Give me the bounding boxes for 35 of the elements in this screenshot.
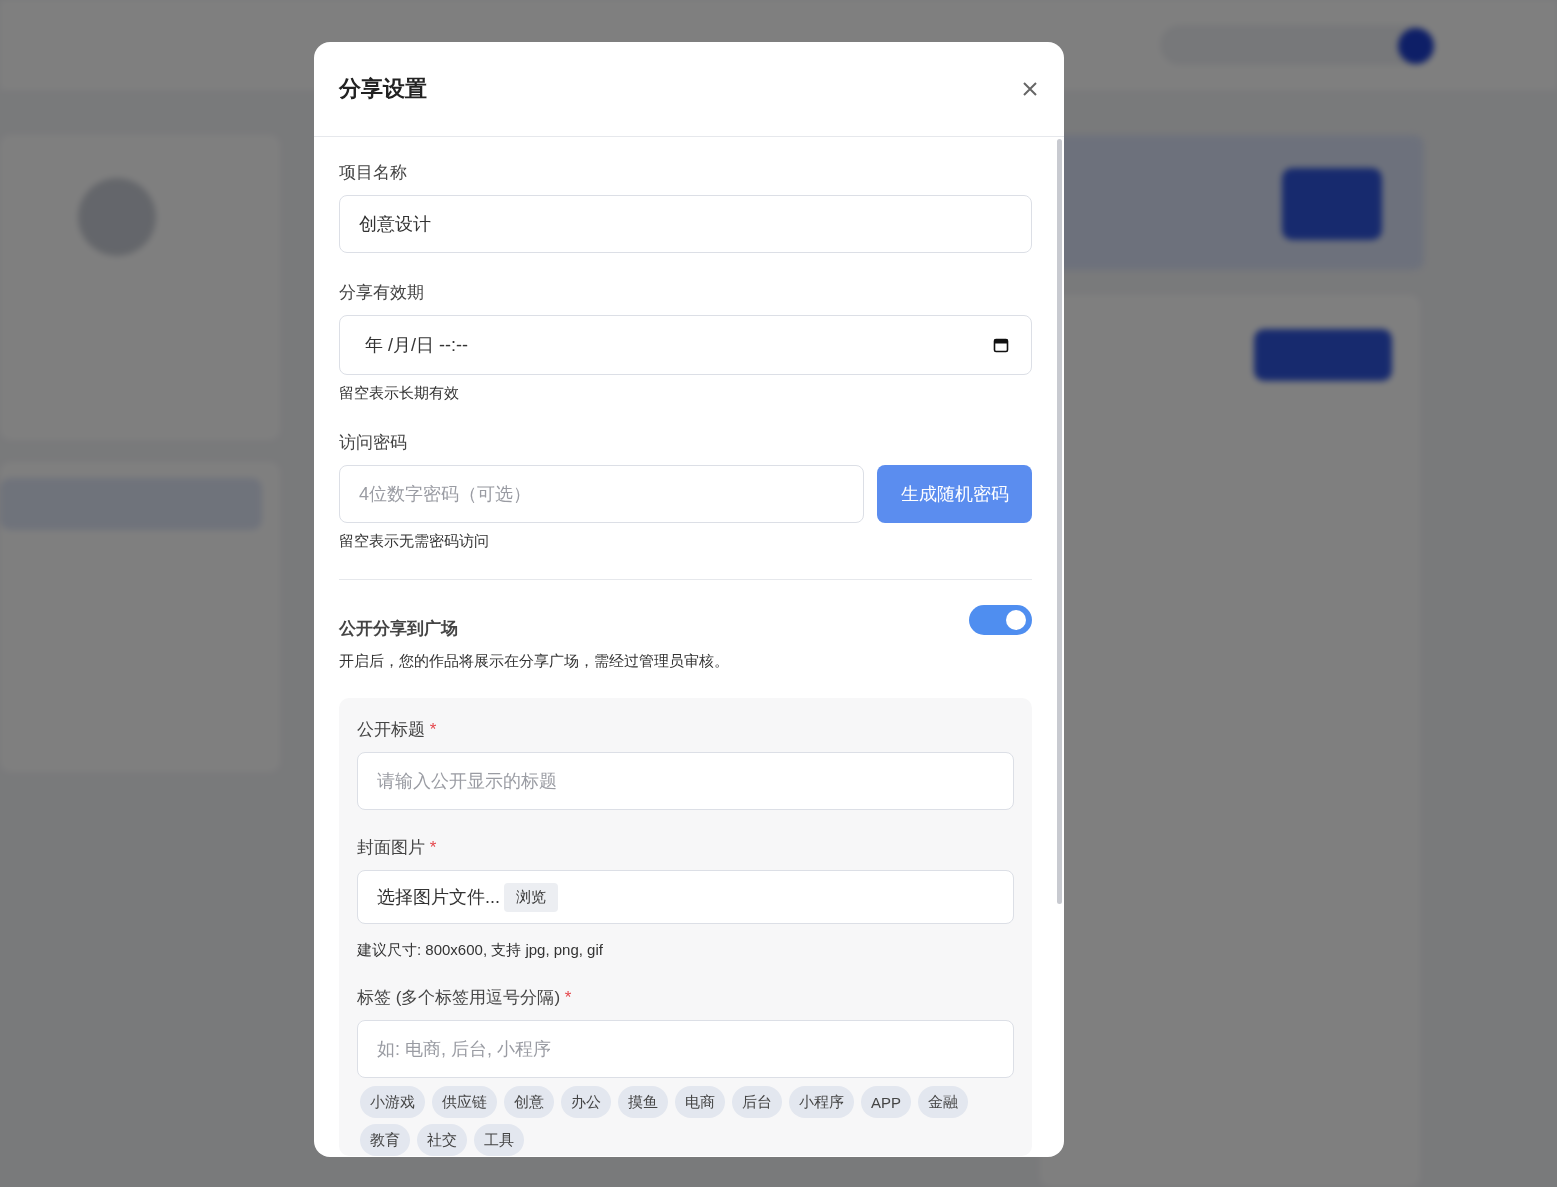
field-label: 公开标题 bbox=[357, 720, 425, 739]
required-mark: * bbox=[429, 720, 437, 739]
tag-chip[interactable]: 电商 bbox=[675, 1086, 725, 1118]
tag-chip[interactable]: 办公 bbox=[561, 1086, 611, 1118]
tag-chip[interactable]: 金融 bbox=[918, 1086, 968, 1118]
hint-text: 留空表示长期有效 bbox=[339, 384, 460, 403]
close-icon[interactable] bbox=[1021, 80, 1039, 98]
tag-chip[interactable]: 工具 bbox=[474, 1124, 524, 1156]
tag-chip[interactable]: 社交 bbox=[417, 1124, 467, 1156]
hint-text: 留空表示无需密码访问 bbox=[339, 532, 490, 551]
hint-text: 建议尺寸: 800x600, 支持 jpg, png, gif bbox=[357, 941, 604, 960]
tag-chip[interactable]: APP bbox=[861, 1086, 911, 1118]
required-mark: * bbox=[429, 838, 437, 857]
tag-chip[interactable]: 摸鱼 bbox=[618, 1086, 668, 1118]
description-text: 开启后，您的作品将展示在分享广场，需经过管理员审核。 bbox=[339, 652, 730, 671]
project-name-field[interactable]: 创意设计 bbox=[339, 195, 1032, 253]
tag-chip[interactable]: 创意 bbox=[504, 1086, 554, 1118]
file-field[interactable]: 选择图片文件... 浏览 bbox=[357, 870, 1014, 924]
tag-chip[interactable]: 供应链 bbox=[432, 1086, 497, 1118]
date-field[interactable]: 年 /月/日 --:-- bbox=[339, 315, 1032, 375]
field-label: 项目名称 bbox=[339, 163, 407, 182]
field-label: 访问密码 bbox=[339, 433, 407, 452]
dialog-title: 分享设置 bbox=[339, 75, 427, 103]
public-share-toggle[interactable] bbox=[969, 605, 1032, 635]
calendar-icon[interactable] bbox=[993, 337, 1009, 353]
tag-chip[interactable]: 教育 bbox=[360, 1124, 410, 1156]
required-mark: * bbox=[564, 988, 572, 1007]
field-label: 封面图片 bbox=[357, 838, 425, 857]
browse-button[interactable]: 浏览 bbox=[504, 882, 558, 912]
section-label: 公开分享到广场 bbox=[339, 618, 458, 640]
tag-chip[interactable]: 小游戏 bbox=[360, 1086, 425, 1118]
tag-chip[interactable]: 后台 bbox=[732, 1086, 782, 1118]
field-label: 标签 (多个标签用逗号分隔) bbox=[357, 988, 561, 1007]
tag-chip[interactable]: 小程序 bbox=[789, 1086, 854, 1118]
field-label: 分享有效期 bbox=[339, 283, 424, 302]
